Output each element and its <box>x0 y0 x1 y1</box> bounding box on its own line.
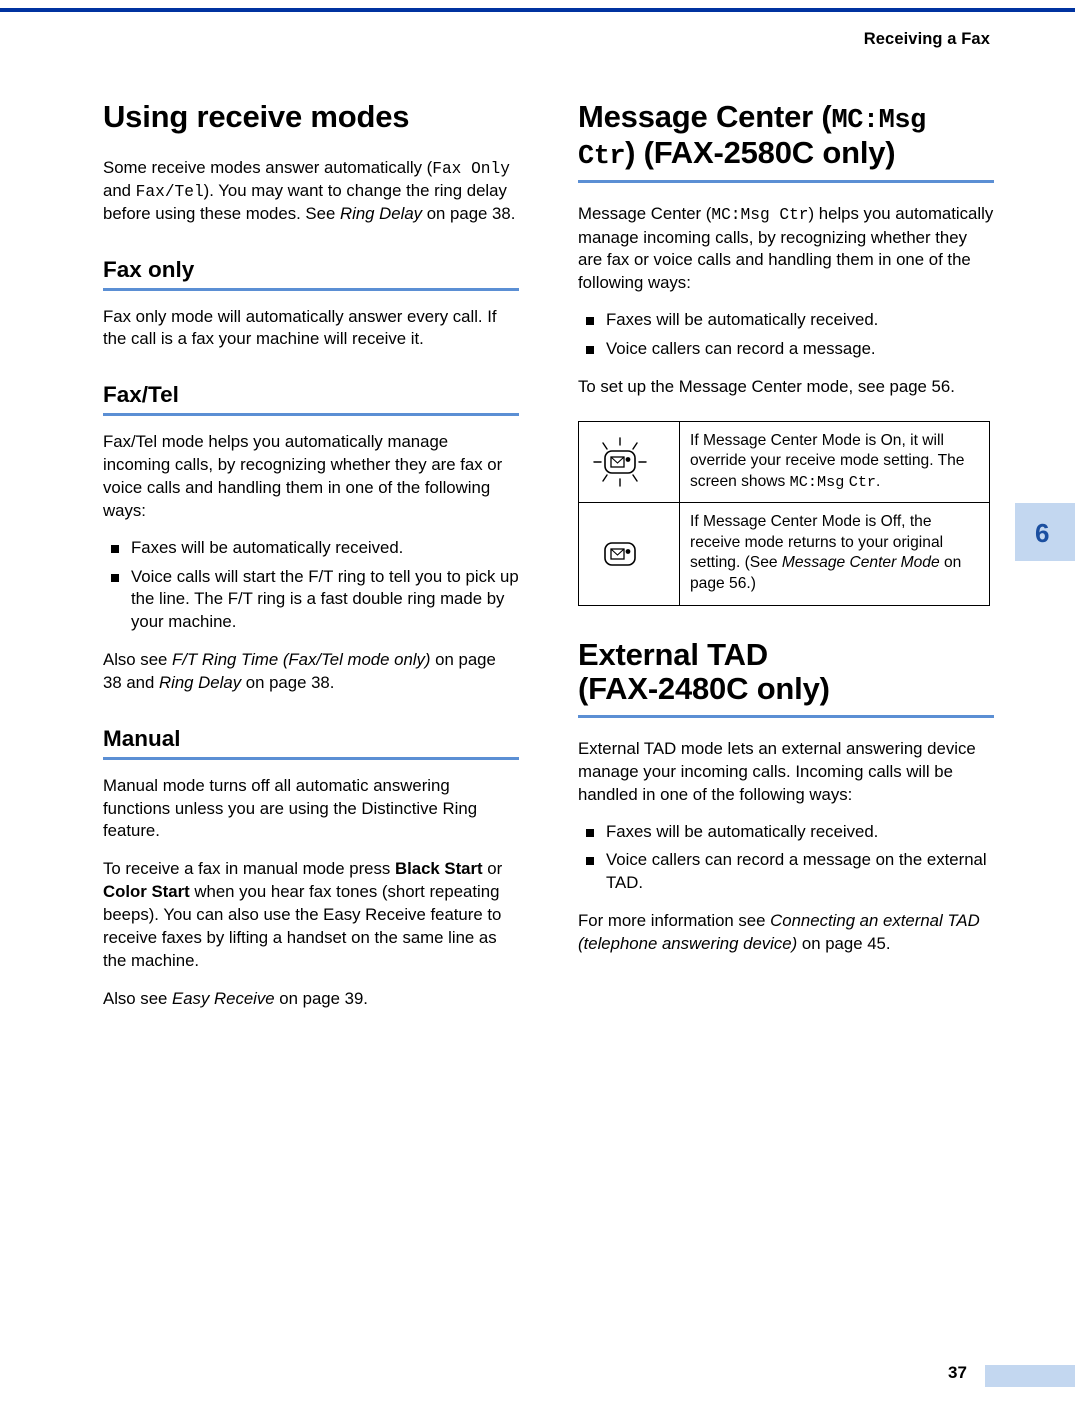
also-see-text-1: Also see <box>103 650 173 670</box>
external-tad-body-1: External TAD mode lets an external answe… <box>578 739 976 804</box>
table-row: If Message Center Mode is Off, the recei… <box>578 502 990 606</box>
manual-body-1: Manual mode turns off all automatic answ… <box>103 775 478 841</box>
external-tad-bullet-list: Faxes will be automatically received. Vo… <box>578 821 994 896</box>
message-center-key-off-icon <box>604 542 636 566</box>
intro-text-4: on page 38. <box>422 203 516 223</box>
note-on-mono-2: Ctr <box>848 472 877 491</box>
list-item: Faxes will be automatically received. <box>578 821 994 844</box>
mc-heading-text-2: ) (FAX-2580C only) <box>625 135 896 171</box>
fax-tel-bullet-list: Faxes will be automatically received. Vo… <box>103 537 519 634</box>
footer-bar <box>985 1365 1075 1387</box>
left-column: Using receive modes Some receive modes a… <box>103 99 519 1011</box>
fax-tel-also-see: Also see F/T Ring Time (Fax/Tel mode onl… <box>103 649 519 695</box>
external-tad-heading-line1: External TAD <box>578 636 768 672</box>
heading-fax-tel: Fax/Tel <box>103 381 519 417</box>
right-column: Message Center (MC:Msg Ctr) (FAX-2580C on… <box>578 99 994 956</box>
fax-only-body: Fax only mode will automatically answer … <box>103 306 497 349</box>
message-center-note-off-text: If Message Center Mode is Off, the recei… <box>679 502 990 606</box>
top-blue-rule <box>0 8 1075 12</box>
note-off-italic: Message Center Mode <box>781 554 940 572</box>
ext-tad-text-b: on page 45. <box>797 933 891 953</box>
page-number: 37 <box>948 1363 967 1382</box>
mc-heading-mono-1: MC:Msg <box>831 106 927 136</box>
page-title: Using receive modes <box>103 99 410 134</box>
manual-also-see: Also see Easy Receive on page 39. <box>103 988 519 1011</box>
mc-body-text-a: Message Center ( <box>578 204 712 224</box>
running-header-title: Receiving a Fax <box>863 30 990 48</box>
mc-body-mono: MC:Msg Ctr <box>711 206 809 225</box>
manual-bold-black-start: Black Start <box>394 859 483 879</box>
note-on-mono-1: MC:Msg <box>789 472 845 491</box>
message-center-bullet-list: Faxes will be automatically received. Vo… <box>578 309 994 361</box>
document-page: Receiving a Fax 6 Using receive modes So… <box>0 0 1075 1401</box>
manual-body-2: To receive a fax in manual mode press Bl… <box>103 858 519 972</box>
external-tad-heading-line2: (FAX-2480C only) <box>578 671 830 707</box>
intro-mono-fax-tel: Fax/Tel <box>135 182 204 201</box>
external-tad-body-2: For more information see Connecting an e… <box>578 910 994 956</box>
also-see-text-3: on page 38. <box>241 672 335 692</box>
list-item: Faxes will be automatically received. <box>103 537 519 560</box>
intro-italic-ring-delay: Ring Delay <box>339 203 423 223</box>
manual-also-see-italic-easy-receive: Easy Receive <box>172 988 275 1008</box>
manual-also-see-text-2: on page 39. <box>274 988 368 1008</box>
heading-manual: Manual <box>103 725 519 760</box>
manual-text-a: To receive a fax in manual mode press <box>103 859 395 879</box>
list-item: Voice calls will start the F/T ring to t… <box>103 566 519 635</box>
message-center-body-2: To set up the Message Center mode, see p… <box>578 376 955 396</box>
manual-bold-color-start: Color Start <box>103 882 190 902</box>
heading-message-center: Message Center (MC:Msg Ctr) (FAX-2580C on… <box>578 99 994 184</box>
fax-tel-body: Fax/Tel mode helps you automatically man… <box>103 432 503 520</box>
message-center-body-1: Message Center (MC:Msg Ctr) helps you au… <box>578 203 994 295</box>
mc-heading-text-1: Message Center ( <box>578 99 832 134</box>
list-item: Voice callers can record a message on th… <box>578 849 994 895</box>
ext-tad-text-a: For more information see <box>578 911 771 931</box>
message-center-key-lit-icon-cell <box>578 420 680 504</box>
intro-mono-fax-only: Fax Only <box>432 159 510 178</box>
list-item: Voice callers can record a message. <box>578 338 994 361</box>
manual-text-b: or <box>482 859 503 879</box>
table-row: If Message Center Mode is On, it will ov… <box>578 420 990 504</box>
chapter-number: 6 <box>1035 518 1050 548</box>
heading-external-tad: External TAD (FAX-2480C only) <box>578 636 994 719</box>
also-see-italic-ring-delay: Ring Delay <box>159 672 242 692</box>
intro-text-1: Some receive modes answer automatically … <box>103 157 433 177</box>
message-center-note-on-text: If Message Center Mode is On, it will ov… <box>679 420 990 504</box>
manual-also-see-text-1: Also see <box>103 988 173 1008</box>
mc-heading-mono-2: Ctr <box>578 142 626 173</box>
message-center-note-table: If Message Center Mode is On, it will ov… <box>578 420 990 606</box>
list-item: Faxes will be automatically received. <box>578 309 994 332</box>
message-center-key-off-icon-cell <box>578 502 680 606</box>
intro-text-2: and <box>103 180 136 200</box>
heading-fax-only: Fax only <box>103 256 519 291</box>
chapter-tab: 6 <box>1015 503 1075 561</box>
also-see-italic-ft-ring-time: F/T Ring Time (Fax/Tel mode only) <box>172 650 431 670</box>
message-center-key-lit-icon <box>593 437 647 487</box>
note-on-text-2: . <box>876 472 881 490</box>
intro-paragraph: Some receive modes answer automatically … <box>103 157 519 226</box>
